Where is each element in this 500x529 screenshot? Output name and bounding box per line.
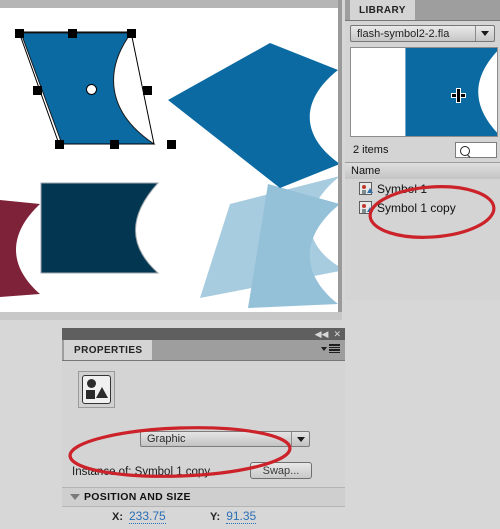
section-position-and-size[interactable]: POSITION AND SIZE	[62, 487, 345, 507]
navy-shape[interactable]	[40, 182, 160, 274]
stage-right-border	[338, 0, 342, 320]
symbol-type-value: Graphic	[147, 433, 186, 445]
panel-menu-icon[interactable]	[321, 344, 340, 353]
selection-handle-tl[interactable]	[15, 29, 24, 38]
selection-handle-mr[interactable]	[143, 86, 152, 95]
x-value[interactable]: 233.75	[129, 509, 166, 524]
tab-properties[interactable]: PROPERTIES	[64, 340, 153, 360]
properties-tab-label: PROPERTIES	[74, 344, 143, 356]
selection-handle-tc[interactable]	[68, 29, 77, 38]
instance-row: Instance of: Symbol 1 copy Swap...	[62, 461, 345, 485]
library-preview[interactable]	[350, 47, 498, 137]
stage-canvas[interactable]	[0, 8, 338, 312]
selection-handle-bl[interactable]	[55, 140, 64, 149]
x-label: X:	[112, 511, 123, 523]
search-icon	[460, 146, 470, 156]
library-tab-label: LIBRARY	[359, 4, 406, 16]
stage-area[interactable]	[0, 0, 342, 320]
selection-handle-bc[interactable]	[110, 140, 119, 149]
x-field[interactable]: X: 233.75	[112, 509, 166, 524]
library-preview-artwork	[405, 48, 497, 136]
light-blue-shape-front[interactable]	[200, 176, 338, 298]
graphic-symbol-icon	[82, 375, 111, 404]
library-count-bar: 2 items	[345, 140, 500, 162]
chevron-down-icon[interactable]	[476, 26, 494, 41]
library-document-select[interactable]: flash-symbol2-2.fla	[350, 25, 495, 42]
swap-button[interactable]: Swap...	[250, 462, 312, 479]
graphic-symbol-icon	[359, 182, 373, 195]
library-item-label: Symbol 1 copy	[377, 200, 456, 215]
position-fields: X: 233.75 Y: 91.35	[62, 507, 345, 529]
selection-handle-tr[interactable]	[127, 29, 136, 38]
registration-cross-icon	[452, 89, 465, 102]
maroon-shape[interactable]	[0, 196, 40, 300]
library-item-symbol-1-copy[interactable]: Symbol 1 copy	[345, 198, 500, 217]
tab-library[interactable]: LIBRARY	[350, 0, 415, 20]
properties-panel: ◀◀ ✕ PROPERTIES Graphic Instance of: Sym…	[62, 328, 345, 524]
properties-titlebar[interactable]: ◀◀ ✕	[62, 328, 345, 340]
disclosure-triangle-icon[interactable]	[70, 494, 80, 500]
library-column-name: Name	[351, 165, 381, 177]
library-tab-bar: LIBRARY	[345, 0, 500, 21]
library-item-count: 2 items	[353, 144, 389, 156]
y-label: Y:	[210, 511, 221, 523]
library-item-symbol-1[interactable]: Symbol 1	[345, 179, 500, 198]
close-icon[interactable]: ✕	[333, 329, 341, 339]
registration-point[interactable]	[86, 84, 97, 95]
chevron-down-icon[interactable]	[292, 432, 309, 446]
stage-bottom-border	[0, 312, 342, 320]
properties-body: Graphic Instance of: Symbol 1 copy Swap.…	[62, 361, 345, 524]
properties-tab-bar: PROPERTIES	[62, 340, 345, 361]
library-tab-bar-empty	[415, 0, 500, 20]
symbol-type-select[interactable]: Graphic	[140, 431, 310, 447]
library-search-field[interactable]	[455, 142, 497, 158]
y-value[interactable]: 91.35	[226, 509, 257, 524]
collapse-icon[interactable]: ◀◀	[315, 329, 329, 339]
graphic-symbol-icon	[359, 201, 373, 214]
library-document-value: flash-symbol2-2.fla	[357, 27, 450, 40]
section-title: POSITION AND SIZE	[84, 491, 191, 503]
selection-handle-br[interactable]	[167, 140, 176, 149]
symbol-thumbnail[interactable]	[78, 371, 115, 408]
stage-artwork	[0, 31, 338, 308]
library-item-list[interactable]: Symbol 1 Symbol 1 copy	[345, 179, 500, 300]
library-item-label: Symbol 1	[377, 181, 428, 196]
selection-handle-ml[interactable]	[33, 86, 42, 95]
app-root: LIBRARY flash-symbol2-2.fla 2 items Name	[0, 0, 500, 524]
instance-of-label: Instance of: Symbol 1 copy	[72, 466, 211, 478]
library-column-header[interactable]: Name	[345, 162, 500, 180]
blue-shape-top-right[interactable]	[168, 43, 338, 188]
library-panel: LIBRARY flash-symbol2-2.fla 2 items Name	[345, 0, 500, 300]
y-field[interactable]: Y: 91.35	[210, 509, 257, 524]
swap-button-label: Swap...	[262, 464, 300, 477]
